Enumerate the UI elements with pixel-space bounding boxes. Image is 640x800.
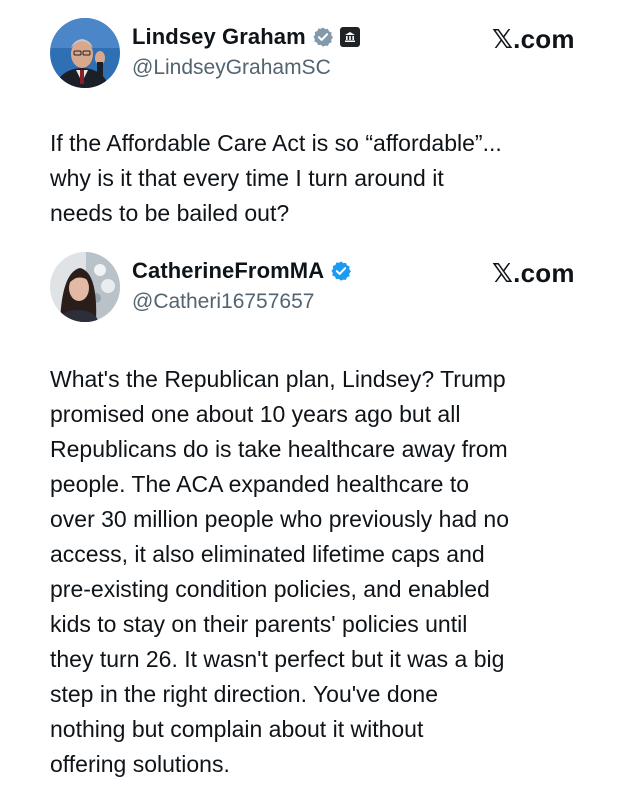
- post-text-line: nothing but complain about it without: [50, 716, 424, 742]
- post-text: If the Affordable Care Act is so “afford…: [50, 126, 610, 231]
- post-text-line: over 30 million people who previously ha…: [50, 506, 510, 532]
- author-handle[interactable]: @Catheri16757657: [132, 290, 314, 314]
- author-avatar[interactable]: [50, 18, 120, 88]
- post-text-line: why is it that every time I turn around …: [50, 165, 444, 191]
- post-text-line: What's the Republican plan, Lindsey? Tru…: [50, 366, 506, 392]
- author-name[interactable]: Lindsey Graham: [132, 24, 306, 50]
- post-text: What's the Republican plan, Lindsey? Tru…: [50, 362, 610, 782]
- author-avatar[interactable]: [50, 252, 120, 322]
- post-text-line: they turn 26. It wasn't perfect but it w…: [50, 646, 505, 672]
- x-site-label: 𝕏.com: [492, 258, 575, 288]
- author-name[interactable]: CatherineFromMA: [132, 258, 324, 284]
- post-text-line: kids to stay on their parents' policies …: [50, 611, 468, 637]
- verified-badge-icon: [331, 261, 352, 281]
- post-text-line: If the Affordable Care Act is so “afford…: [50, 130, 502, 156]
- government-badge-icon: [339, 27, 360, 47]
- post-text-line: pre-existing condition policies, and ena…: [50, 576, 490, 602]
- profile-photo-icon: [50, 252, 120, 322]
- author-name-row: Lindsey Graham: [132, 24, 360, 50]
- post-text-line: offering solutions.: [50, 751, 230, 777]
- post-text-line: step in the right direction. You've done: [50, 681, 439, 707]
- verified-badge-icon: [313, 27, 333, 47]
- post-text-line: people. The ACA expanded healthcare to: [50, 471, 470, 497]
- author-name-row: CatherineFromMA: [132, 258, 352, 284]
- post-text-line: access, it also eliminated lifetime caps…: [50, 541, 485, 567]
- author-handle[interactable]: @LindseyGrahamSC: [132, 56, 331, 80]
- x-site-label: 𝕏.com: [492, 24, 575, 54]
- post-text-line: needs to be bailed out?: [50, 200, 290, 226]
- profile-photo-icon: [50, 18, 120, 88]
- post-text-line: promised one about 10 years ago but all: [50, 401, 461, 427]
- post-text-line: Republicans do is take healthcare away f…: [50, 436, 508, 462]
